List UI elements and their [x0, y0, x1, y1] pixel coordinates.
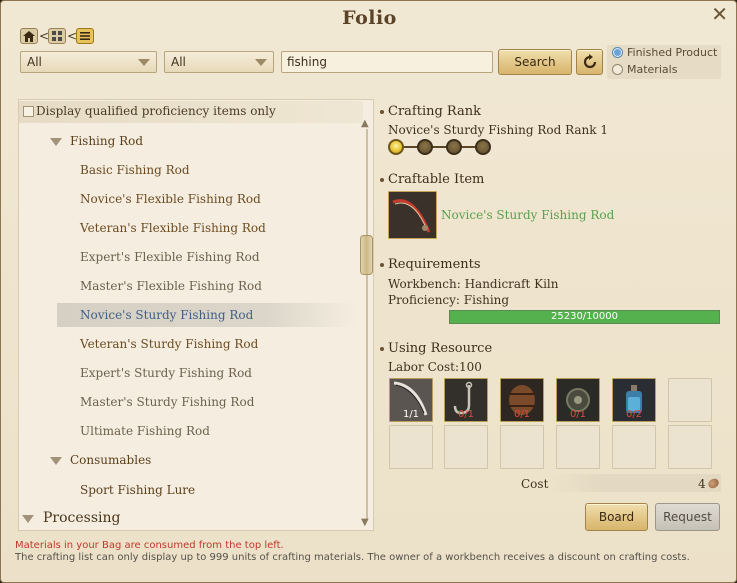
resource-slot-empty[interactable] — [444, 425, 488, 469]
resource-qty: 1/1 — [402, 409, 420, 420]
bag-consumption-warning: Materials in your Bag are consumed from … — [15, 540, 284, 551]
crafting-rank-heading: Crafting Rank — [380, 104, 481, 119]
triangle-down-icon[interactable] — [50, 138, 62, 146]
tree-item[interactable]: Novice's Flexible Fishing Rod — [80, 192, 261, 206]
tree-category-fishing-rod[interactable]: Fishing Rod — [70, 134, 143, 148]
rank-step-3 — [446, 139, 462, 155]
rank-progress-line — [399, 146, 485, 148]
proficiency-requirement: Proficiency: Fishing — [388, 293, 510, 307]
resource-slot-empty[interactable] — [668, 425, 712, 469]
resource-heading: Using Resource — [380, 341, 492, 356]
labor-cost: Labor Cost:100 — [388, 360, 482, 374]
resource-qty: 0/2 — [625, 409, 643, 420]
proficiency-progress-text: 25230/10000 — [551, 311, 618, 322]
rank-name: Novice's Sturdy Fishing Rod Rank 1 — [388, 123, 609, 137]
bullet-icon — [380, 109, 384, 114]
craftable-item-name[interactable]: Novice's Sturdy Fishing Rod — [441, 208, 614, 222]
search-button[interactable]: Search — [498, 49, 572, 75]
cost-label: Cost — [521, 477, 549, 491]
fishing-rod-icon — [389, 192, 436, 238]
resource-slot-3[interactable]: 0/1 — [500, 378, 544, 422]
board-button[interactable]: Board — [585, 503, 648, 531]
triangle-down-icon[interactable] — [50, 457, 62, 465]
resource-qty: 0/1 — [569, 409, 587, 420]
resource-slot-empty[interactable] — [668, 378, 712, 422]
workbench-requirement: Workbench: Handicraft Kiln — [388, 277, 559, 291]
materials-label: Materials — [627, 63, 678, 76]
crafting-rank-title: Crafting Rank — [388, 104, 482, 119]
category-select-1-value: All — [27, 55, 42, 69]
folio-window: Folio ✕ < < All All fishing Search Finis… — [0, 0, 737, 583]
tree-item[interactable]: Sport Fishing Lure — [80, 483, 195, 497]
tree-item[interactable]: Expert's Flexible Fishing Rod — [80, 250, 260, 264]
list-icon[interactable] — [76, 28, 94, 44]
resource-qty: 0/1 — [513, 409, 531, 420]
scrollbar-thumb[interactable] — [360, 235, 373, 275]
tree-category-processing[interactable]: Processing — [43, 510, 121, 526]
tree-item[interactable]: Ultimate Fishing Rod — [80, 424, 210, 438]
tree-item[interactable]: Basic Fishing Rod — [80, 163, 190, 177]
finished-product-radio[interactable] — [612, 47, 623, 58]
qualified-label: Display qualified proficiency items only — [36, 104, 276, 118]
rank-step-4 — [475, 139, 491, 155]
tree-item[interactable]: Veteran's Sturdy Fishing Rod — [80, 337, 258, 351]
tree-category-consumables[interactable]: Consumables — [70, 453, 151, 467]
bullet-icon — [380, 346, 384, 351]
resource-slot-empty[interactable] — [556, 425, 600, 469]
tree-item[interactable]: Expert's Sturdy Fishing Rod — [80, 366, 252, 380]
craftable-title: Craftable Item — [388, 172, 485, 187]
resource-slot-empty[interactable] — [389, 425, 433, 469]
tree-item[interactable]: Master's Sturdy Fishing Rod — [80, 395, 254, 409]
tree-item[interactable]: Veteran's Flexible Fishing Rod — [80, 221, 266, 235]
cost-value: 4 — [698, 477, 706, 491]
qualified-checkbox[interactable] — [23, 106, 34, 117]
craftable-item-slot[interactable] — [388, 191, 437, 239]
home-icon[interactable] — [20, 28, 38, 44]
resource-slot-5[interactable]: 0/2 — [612, 378, 656, 422]
resource-slot-empty[interactable] — [500, 425, 544, 469]
resource-qty: 0/1 — [457, 409, 475, 420]
resource-slot-1[interactable]: 1/1 — [389, 378, 433, 422]
materials-radio[interactable] — [612, 64, 623, 75]
rank-step-1 — [388, 139, 404, 155]
requirements-heading: Requirements — [380, 257, 481, 272]
category-select-2[interactable]: All — [164, 51, 274, 73]
chevron-down-icon — [255, 59, 267, 66]
request-button[interactable]: Request — [655, 503, 720, 531]
scroll-down-icon[interactable]: ▼ — [361, 517, 369, 528]
category-select-2-value: All — [171, 55, 186, 69]
grid-icon[interactable] — [48, 28, 66, 44]
craftable-heading: Craftable Item — [380, 172, 484, 187]
scrollbar-track[interactable] — [366, 129, 368, 519]
rank-step-2 — [417, 139, 433, 155]
finished-product-label: Finished Product — [627, 46, 718, 59]
window-title: Folio — [342, 7, 397, 29]
tree-item-selected[interactable]: Novice's Sturdy Fishing Rod — [80, 308, 253, 322]
tree-item[interactable]: Master's Flexible Fishing Rod — [80, 279, 262, 293]
chevron-down-icon — [138, 59, 150, 66]
crafting-list-info: The crafting list can only display up to… — [15, 552, 690, 563]
resource-slot-4[interactable]: 0/1 — [556, 378, 600, 422]
bullet-icon — [380, 262, 384, 267]
scroll-up-icon[interactable]: ▲ — [361, 118, 369, 129]
cost-value-bar — [549, 474, 721, 492]
resource-slot-2[interactable]: 0/1 — [444, 378, 488, 422]
requirements-title: Requirements — [388, 257, 481, 272]
category-select-1[interactable]: All — [20, 51, 157, 73]
refresh-button[interactable] — [576, 49, 603, 75]
resource-title: Using Resource — [388, 341, 493, 356]
close-icon[interactable]: ✕ — [711, 2, 728, 26]
bullet-icon — [380, 177, 384, 182]
search-input[interactable]: fishing — [281, 51, 493, 73]
triangle-down-icon[interactable] — [22, 515, 34, 523]
refresh-icon — [583, 54, 596, 69]
resource-slot-empty[interactable] — [612, 425, 656, 469]
